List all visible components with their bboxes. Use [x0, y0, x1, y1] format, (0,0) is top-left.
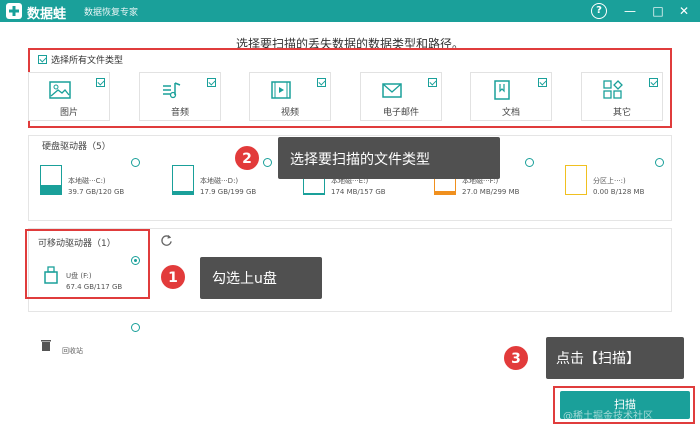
file-type-document[interactable]: 文档	[470, 72, 552, 121]
trash-icon	[41, 340, 51, 351]
audio-checkbox[interactable]	[207, 78, 216, 87]
close-icon[interactable]: ✕	[676, 3, 692, 19]
step-badge: 3	[503, 345, 529, 371]
step-badge: 1	[160, 264, 186, 290]
drive-size: 39.7 GB/120 GB	[68, 188, 125, 196]
refresh-icon[interactable]	[160, 234, 173, 247]
usb-drive-size: 67.4 GB/117 GB	[66, 283, 123, 291]
drive-icon	[565, 165, 587, 195]
image-icon	[49, 81, 71, 99]
document-checkbox[interactable]	[538, 78, 547, 87]
video-checkbox[interactable]	[317, 78, 326, 87]
drive-name: 本地磁···C:)	[68, 177, 106, 185]
callout-step3: 点击【扫描】	[546, 337, 684, 379]
image-checkbox[interactable]	[96, 78, 105, 87]
drive-size: 174 MB/157 GB	[331, 188, 386, 196]
help-icon[interactable]: ?	[591, 3, 607, 19]
email-checkbox[interactable]	[428, 78, 437, 87]
callout-text: 点击【扫描】	[556, 351, 640, 367]
callout-step2: 选择要扫描的文件类型	[278, 137, 500, 179]
removable-title: 可移动驱动器（1）	[38, 239, 116, 249]
callout-step1: 勾选上u盘	[200, 257, 322, 299]
file-type-label: 电子邮件	[382, 108, 419, 118]
file-type-label: 视频	[280, 108, 299, 118]
drive-usage-fill	[41, 184, 61, 194]
drive-size: 17.9 GB/199 GB	[200, 188, 257, 196]
step-badge: 2	[234, 145, 260, 171]
callout-text: 勾选上u盘	[212, 271, 277, 287]
minimize-icon[interactable]: —	[622, 3, 638, 19]
file-type-highlight	[28, 48, 672, 128]
drive-name: 分区上···:)	[593, 177, 626, 185]
callout-text: 选择要扫描的文件类型	[290, 152, 430, 168]
file-type-label: 文档	[501, 108, 520, 118]
maximize-icon[interactable]: □	[650, 3, 666, 19]
document-icon	[494, 80, 510, 100]
usb-drive-icon	[44, 266, 58, 284]
title-bar: 数据蛙 数据恢复专家 ? — □ ✕	[0, 0, 700, 22]
file-type-audio[interactable]: 音频	[139, 72, 221, 121]
app-name: 数据蛙	[27, 7, 67, 22]
drive-radio[interactable]	[655, 158, 664, 167]
file-type-email[interactable]: 电子邮件	[360, 72, 442, 121]
file-type-image[interactable]: 图片	[28, 72, 110, 121]
app-logo-icon	[6, 3, 22, 19]
watermark-text: @稀土掘金技术社区	[563, 411, 653, 422]
select-all-checkbox[interactable]: 选择所有文件类型	[38, 53, 123, 66]
recycle-bin-radio[interactable]	[131, 323, 140, 332]
drive-radio[interactable]	[525, 158, 534, 167]
file-type-label: 音频	[170, 108, 189, 118]
drive-size: 27.0 MB/299 MB	[462, 188, 520, 196]
usb-drive-radio[interactable]	[131, 256, 140, 265]
hard-drive-title: 硬盘驱动器（5）	[42, 142, 111, 152]
file-type-video[interactable]: 视频	[249, 72, 331, 121]
drive-usage-fill	[173, 191, 193, 194]
drive-radio[interactable]	[131, 158, 140, 167]
other-checkbox[interactable]	[649, 78, 658, 87]
file-type-label: 图片	[59, 108, 78, 118]
other-icon	[603, 80, 623, 99]
video-icon	[271, 81, 291, 99]
usb-drive-name: U盘 (F:)	[66, 272, 92, 280]
file-type-other[interactable]: 其它	[581, 72, 663, 121]
drive-icon	[172, 165, 194, 195]
drive-radio[interactable]	[263, 158, 272, 167]
recycle-bin-label[interactable]: 回收站	[62, 346, 83, 356]
select-all-label: 选择所有文件类型	[51, 56, 124, 66]
drive-usage-fill	[435, 191, 455, 194]
app-subtitle: 数据恢复专家	[84, 8, 139, 18]
email-icon	[382, 83, 402, 98]
select-all-check-icon[interactable]	[38, 55, 47, 64]
music-icon	[163, 82, 181, 99]
drive-size: 0.00 B/128 MB	[593, 188, 645, 196]
drive-usage-fill	[304, 193, 324, 194]
file-type-label: 其它	[612, 108, 631, 118]
drive-icon	[40, 165, 62, 195]
drive-name: 本地磁···D:)	[200, 177, 239, 185]
